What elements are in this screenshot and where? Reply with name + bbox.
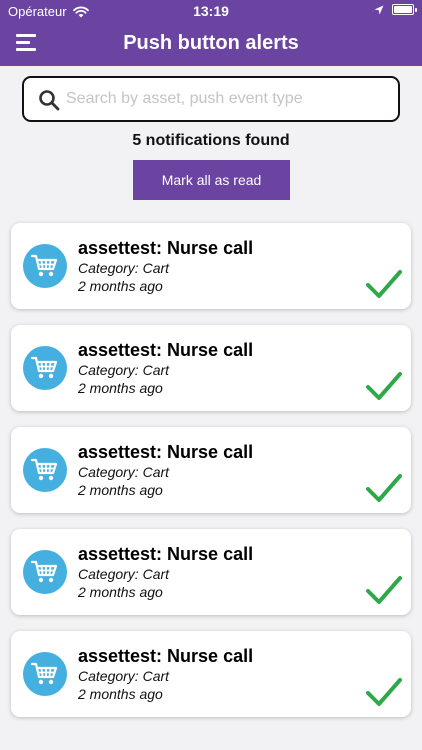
search-icon: [39, 90, 60, 111]
status-time: 13:19: [193, 3, 229, 19]
notification-title: assettest: Nurse call: [78, 340, 254, 360]
checkmark-icon: [366, 372, 402, 400]
notification-time: 2 months ago: [78, 380, 163, 396]
notification-title: assettest: Nurse call: [78, 238, 254, 258]
checkmark-icon: [366, 678, 402, 706]
nav-bar: Push button alerts: [0, 22, 422, 66]
checkmark-icon: [366, 270, 402, 298]
cart-icon: [23, 550, 67, 594]
notification-card[interactable]: assettest: Nurse call Category: Cart 2 m…: [11, 427, 411, 513]
search-bar[interactable]: [22, 76, 400, 122]
search-input[interactable]: [66, 86, 386, 112]
notification-title: assettest: Nurse call: [78, 442, 254, 462]
notification-title: assettest: Nurse call: [78, 544, 254, 564]
notification-category: Category: Cart: [78, 464, 170, 480]
notification-count: 5 notifications found: [132, 132, 290, 149]
notification-time: 2 months ago: [78, 686, 163, 702]
battery-icon: [392, 4, 417, 15]
notification-card[interactable]: assettest: Nurse call Category: Cart 2 m…: [11, 325, 411, 411]
notification-category: Category: Cart: [78, 362, 170, 378]
cart-icon: [23, 652, 67, 696]
mark-all-read-button[interactable]: Mark all as read: [133, 160, 290, 200]
notification-time: 2 months ago: [78, 482, 163, 498]
cart-icon: [23, 244, 67, 288]
cart-icon: [23, 448, 67, 492]
notification-category: Category: Cart: [78, 668, 170, 684]
checkmark-icon: [366, 576, 402, 604]
status-bar: Opérateur 13:19: [0, 0, 422, 22]
notification-time: 2 months ago: [78, 278, 163, 294]
checkmark-icon: [366, 474, 402, 502]
notification-title: assettest: Nurse call: [78, 646, 254, 666]
notification-card[interactable]: assettest: Nurse call Category: Cart 2 m…: [11, 529, 411, 615]
notification-card[interactable]: assettest: Nurse call Category: Cart 2 m…: [11, 631, 411, 717]
cart-icon: [23, 346, 67, 390]
app-header: Opérateur 13:19 Push button alerts: [0, 0, 422, 66]
notification-time: 2 months ago: [78, 584, 163, 600]
notification-list: assettest: Nurse call Category: Cart 2 m…: [11, 223, 411, 733]
notification-category: Category: Cart: [78, 260, 170, 276]
notification-card[interactable]: assettest: Nurse call Category: Cart 2 m…: [11, 223, 411, 309]
notification-category: Category: Cart: [78, 566, 170, 582]
location-arrow-icon: [374, 5, 384, 14]
status-indicators: [374, 4, 417, 15]
page-title: Push button alerts: [123, 32, 299, 54]
